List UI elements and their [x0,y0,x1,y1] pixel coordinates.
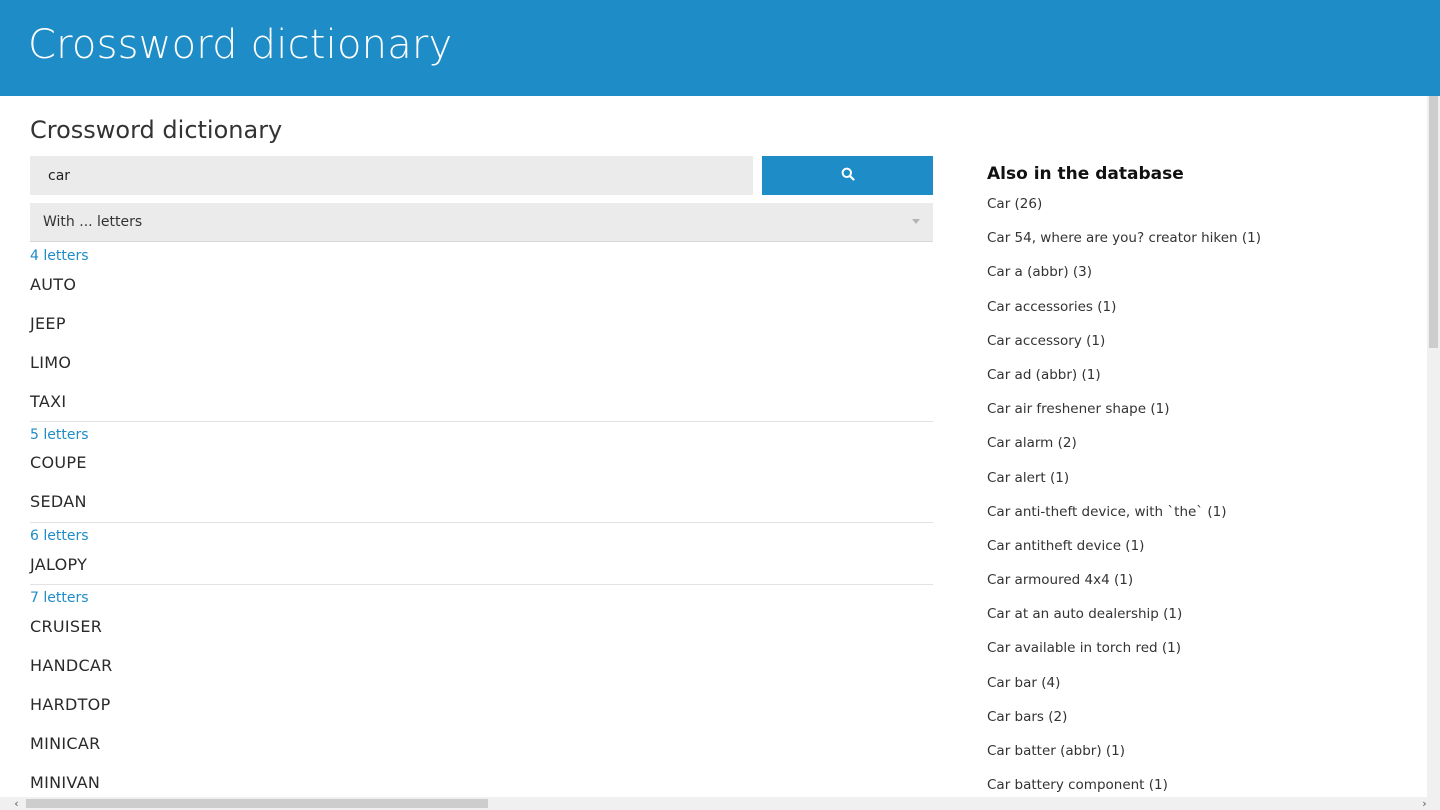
letters-filter-value: With ... letters [43,214,143,230]
related-clue-link[interactable]: Car alarm (2) [987,434,1407,468]
related-clue-link[interactable]: Car armoured 4x4 (1) [987,571,1407,605]
search-icon [841,167,855,184]
answer-item[interactable]: COUPE [30,453,87,472]
related-clue-link[interactable]: Car bar (4) [987,674,1407,708]
related-clue-link[interactable]: Car antitheft device (1) [987,537,1407,571]
related-clue-link[interactable]: Car bars (2) [987,708,1407,742]
related-clue-link[interactable]: Car available in torch red (1) [987,639,1407,673]
page-title: Crossword dictionary [30,116,283,144]
related-clue-link[interactable]: Car accessories (1) [987,298,1407,332]
group-header-6-letters: 6 letters [30,528,89,544]
related-clue-link[interactable]: Car at an auto dealership (1) [987,605,1407,639]
related-clue-link[interactable]: Car alert (1) [987,469,1407,503]
answer-item[interactable]: AUTO [30,275,76,294]
answer-item[interactable]: LIMO [30,353,71,372]
answer-item[interactable]: SEDAN [30,492,87,511]
search-button[interactable] [762,156,933,195]
related-clue-link[interactable]: Car (26) [987,195,1407,229]
related-clue-link[interactable]: Car air freshener shape (1) [987,400,1407,434]
sidebar-title: Also in the database [987,164,1184,184]
chevron-down-icon [912,219,920,224]
horizontal-scrollbar-thumb[interactable] [26,799,488,808]
answer-item[interactable]: JALOPY [30,555,87,574]
header-bar: Crossword dictionary [0,0,1440,96]
vertical-scrollbar-thumb[interactable] [1429,96,1438,348]
related-clue-link[interactable]: Car batter (abbr) (1) [987,742,1407,776]
related-clue-link[interactable]: Car accessory (1) [987,332,1407,366]
answer-item[interactable]: HARDTOP [30,695,111,714]
answer-item[interactable]: JEEP [30,314,66,333]
group-divider [30,421,933,422]
scroll-left-icon[interactable]: ‹ [10,797,23,810]
group-header-5-letters: 5 letters [30,427,89,443]
related-clue-link[interactable]: Car ad (abbr) (1) [987,366,1407,400]
related-clue-link[interactable]: Car a (abbr) (3) [987,263,1407,297]
answer-item[interactable]: MINICAR [30,734,101,753]
answer-item[interactable]: CRUISER [30,617,102,636]
related-clue-link[interactable]: Car anti-theft device, with `the` (1) [987,503,1407,537]
scroll-right-icon[interactable]: › [1418,797,1431,810]
group-divider [30,584,933,585]
app-title: Crossword dictionary [28,22,453,68]
letters-filter-select[interactable]: With ... letters [30,203,933,242]
group-header-7-letters: 7 letters [30,590,89,606]
answer-item[interactable]: HANDCAR [30,656,113,675]
answer-item[interactable]: TAXI [30,392,66,411]
related-clues-list: Car (26) Car 54, where are you? creator … [987,195,1407,810]
group-divider [30,522,933,523]
related-clue-link[interactable]: Car 54, where are you? creator hiken (1) [987,229,1407,263]
search-input[interactable] [30,156,753,195]
answer-item[interactable]: MINIVAN [30,773,100,792]
group-header-4-letters: 4 letters [30,248,89,264]
